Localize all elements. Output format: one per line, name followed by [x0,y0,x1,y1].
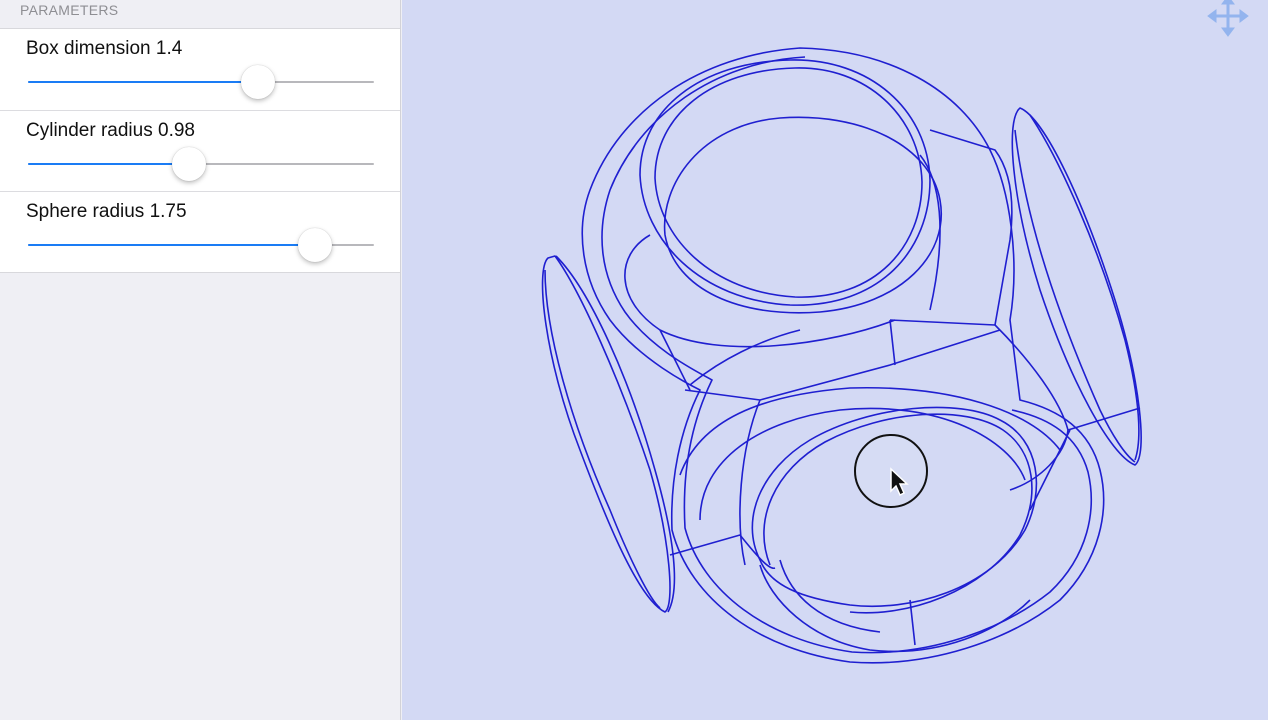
move-arrows-icon[interactable] [1206,0,1250,38]
param-label-sphere-radius: Sphere radius 1.75 [26,201,187,222]
param-row-box-dimension: Box dimension 1.4 [0,29,400,110]
3d-viewport[interactable] [402,0,1268,720]
pointer-cursor-icon [854,434,928,508]
sphere-radius-slider[interactable] [28,228,374,262]
parameters-sidebar: PARAMETERS Box dimension 1.4 Cylinder ra… [0,0,401,720]
param-row-cylinder-radius: Cylinder radius 0.98 [0,110,400,191]
slider-thumb[interactable] [241,65,276,99]
edge-strip [1268,0,1280,720]
wireframe-edges [541,47,1142,664]
slider-fill [28,81,259,83]
box-dimension-slider[interactable] [28,65,374,99]
slider-fill [28,163,189,165]
param-label-box-dimension: Box dimension 1.4 [26,38,183,59]
slider-fill [28,244,316,246]
parameter-list: Box dimension 1.4 Cylinder radius 0.98 S… [0,28,400,273]
slider-thumb[interactable] [171,147,206,181]
cylinder-radius-slider[interactable] [28,147,374,181]
section-header: PARAMETERS [20,2,119,18]
param-label-cylinder-radius: Cylinder radius 0.98 [26,120,195,141]
slider-thumb[interactable] [298,228,333,262]
param-row-sphere-radius: Sphere radius 1.75 [0,191,400,272]
wireframe-model[interactable] [402,0,1268,720]
